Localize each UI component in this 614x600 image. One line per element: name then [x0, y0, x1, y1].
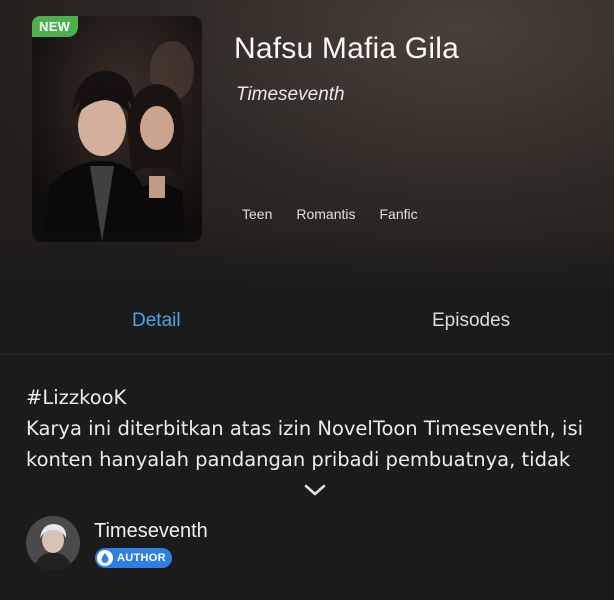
- author-badge-label: AUTHOR: [117, 552, 166, 564]
- cover-artwork: [32, 16, 202, 242]
- description-line: konten hanyalah pandangan pribadi pembua…: [26, 448, 571, 471]
- tag-fanfic[interactable]: Fanfic: [380, 206, 418, 222]
- tag-list: Teen Romantis Fanfic: [242, 206, 442, 222]
- tab-detail[interactable]: Detail: [132, 310, 181, 332]
- tag-teen[interactable]: Teen: [242, 206, 272, 222]
- book-author[interactable]: Timeseventh: [236, 84, 345, 106]
- drop-icon: [97, 550, 113, 566]
- tab-bar: Detail Episodes: [0, 290, 614, 355]
- avatar[interactable]: [26, 516, 80, 570]
- author-name[interactable]: Timeseventh: [94, 520, 208, 543]
- description-hashtag: #LizzkooK: [26, 386, 127, 409]
- book-cover[interactable]: [32, 16, 202, 242]
- author-badge: AUTHOR: [95, 548, 172, 568]
- tag-romantis[interactable]: Romantis: [296, 206, 355, 222]
- author-profile[interactable]: Timeseventh AUTHOR: [26, 516, 586, 576]
- new-badge: NEW: [32, 16, 79, 37]
- book-header: NEW Nafsu Mafia Gila Timeseventh Teen Ro…: [0, 0, 614, 290]
- book-title: Nafsu Mafia Gila: [234, 32, 459, 65]
- book-description: #LizzkooK Karya ini diterbitkan atas izi…: [26, 382, 606, 475]
- chevron-down-icon[interactable]: [303, 482, 327, 501]
- tab-episodes[interactable]: Episodes: [432, 310, 510, 332]
- description-line: Karya ini diterbitkan atas izin NovelToo…: [26, 417, 584, 440]
